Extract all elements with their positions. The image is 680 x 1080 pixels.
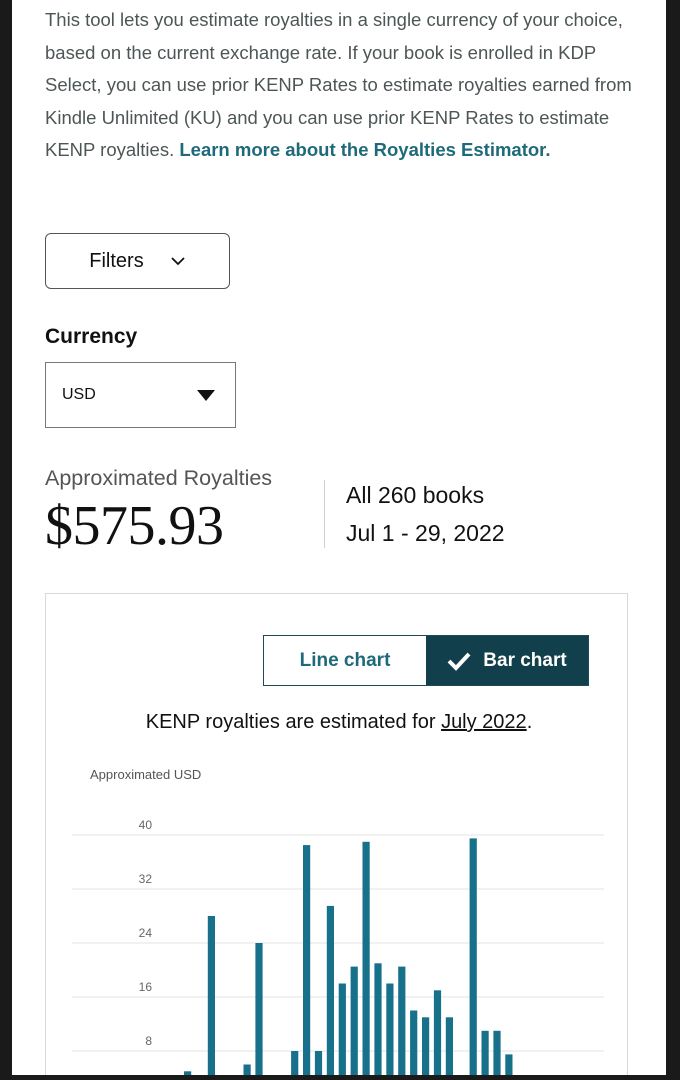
bar[interactable] (243, 1064, 251, 1076)
bar[interactable] (362, 841, 370, 1075)
intro-text: This tool lets you estimate royalties in… (45, 4, 645, 167)
y-axis-title: Approximated USD (90, 767, 202, 782)
chevron-down-icon (171, 257, 185, 266)
bar[interactable] (314, 1051, 323, 1075)
bar[interactable] (410, 1010, 418, 1076)
royalties-value: $575.93 (45, 495, 224, 557)
kenp-note: KENP royalties are estimated for July 20… (12, 711, 666, 734)
currency-label: Currency (45, 325, 138, 348)
bar-chart: 40 32 24 16 8 (72, 818, 604, 1076)
kenp-note-prefix: KENP royalties are estimated for (145, 711, 442, 733)
line-chart-button[interactable]: Line chart (264, 636, 426, 685)
date-range: Jul 1 - 29, 2022 (346, 520, 505, 546)
bar[interactable] (207, 916, 215, 1075)
caret-down-icon (197, 390, 215, 401)
bar[interactable] (350, 966, 358, 1075)
y-tick-label: 40 (139, 818, 153, 832)
kenp-note-month[interactable]: July 2022 (441, 711, 527, 733)
bar[interactable] (386, 983, 394, 1076)
bar[interactable] (398, 966, 406, 1075)
y-tick-label: 24 (139, 926, 153, 940)
approximated-royalties-label: Approximated Royalties (45, 466, 273, 490)
bar-chart-label: Bar chart (483, 649, 567, 671)
line-chart-label: Line chart (299, 649, 391, 671)
bar[interactable] (493, 1030, 501, 1075)
intro-description: This tool lets you estimate royalties in… (45, 9, 632, 160)
summary-divider (324, 480, 325, 548)
y-tick-label: 8 (145, 1034, 152, 1048)
bar[interactable] (505, 1054, 513, 1075)
bar[interactable] (338, 983, 346, 1076)
bar[interactable] (422, 1017, 430, 1075)
kenp-note-suffix: . (526, 711, 533, 733)
bar[interactable] (433, 990, 442, 1075)
y-tick-label: 16 (139, 980, 153, 994)
filters-button[interactable]: Filters (45, 233, 230, 289)
bar[interactable] (445, 1017, 453, 1075)
filters-label: Filters (89, 249, 144, 272)
bar[interactable] (184, 1071, 192, 1075)
currency-value: USD (62, 386, 96, 403)
page: This tool lets you estimate royalties in… (12, 0, 666, 1075)
bar[interactable] (291, 1051, 299, 1075)
chart-type-toggle: Line chart Bar chart (263, 635, 589, 686)
bar[interactable] (303, 845, 311, 1075)
bar[interactable] (469, 838, 477, 1075)
bar[interactable] (374, 963, 382, 1075)
checkmark-icon (447, 652, 471, 671)
bar-chart-button[interactable]: Bar chart (426, 636, 588, 685)
books-count: All 260 books (346, 482, 485, 508)
bar[interactable] (326, 905, 334, 1075)
bar[interactable] (255, 943, 263, 1075)
currency-select[interactable]: USD (45, 362, 236, 428)
learn-more-link[interactable]: Learn more about the Royalties Estimator… (179, 139, 550, 160)
bar[interactable] (481, 1030, 489, 1075)
y-tick-label: 32 (139, 872, 153, 886)
